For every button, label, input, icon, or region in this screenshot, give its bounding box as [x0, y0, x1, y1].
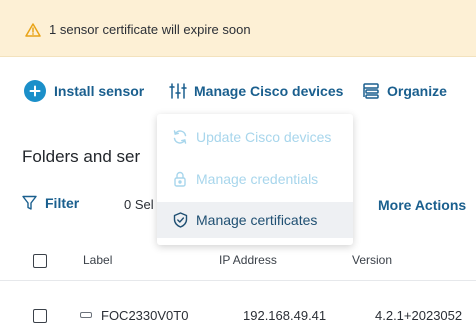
column-header-ip-address[interactable]: IP Address: [219, 253, 277, 267]
selected-count: 0 Sel: [124, 197, 154, 212]
plus-icon: [24, 80, 46, 102]
menu-item-label: Manage certificates: [196, 212, 318, 228]
filter-button[interactable]: Filter: [22, 195, 79, 211]
filter-label: Filter: [45, 195, 80, 211]
manage-cisco-devices-button[interactable]: Manage Cisco devices: [168, 80, 343, 102]
menu-item-manage-certificates[interactable]: Manage certificates: [157, 202, 353, 238]
organize-button[interactable]: Organize: [361, 80, 447, 102]
more-actions-button[interactable]: More Actions: [378, 197, 466, 213]
table-header-divider: [0, 280, 476, 281]
organize-label: Organize: [387, 83, 447, 99]
sensors-page: 1 sensor certificate will expire soon In…: [0, 0, 476, 326]
column-header-label[interactable]: Label: [83, 253, 112, 267]
warning-triangle-icon: [25, 23, 41, 37]
manage-cisco-devices-menu: Update Cisco devices Manage credentials …: [157, 114, 353, 245]
install-sensor-button[interactable]: Install sensor: [24, 80, 144, 102]
refresh-icon: [172, 129, 188, 145]
funnel-icon: [22, 195, 37, 210]
row-checkbox[interactable]: [33, 309, 47, 323]
list-icon: [361, 81, 381, 101]
menu-item-label: Manage credentials: [196, 171, 319, 187]
page-title: Folders and ser: [22, 147, 141, 166]
sliders-icon: [168, 81, 188, 101]
row-ip-address: 192.168.49.41: [243, 308, 327, 323]
lock-icon: [172, 171, 188, 187]
install-sensor-label: Install sensor: [54, 83, 145, 99]
row-version: 4.2.1+2023052: [375, 308, 463, 323]
manage-cisco-devices-label: Manage Cisco devices: [194, 83, 344, 99]
menu-item-update-cisco-devices: Update Cisco devices: [157, 119, 353, 155]
row-label: FOC2330V0T0: [101, 308, 189, 323]
shield-check-icon: [172, 212, 188, 228]
menu-item-label: Update Cisco devices: [196, 129, 332, 145]
alert-message: 1 sensor certificate will expire soon: [49, 22, 251, 37]
certificate-expiry-alert: 1 sensor certificate will expire soon: [0, 0, 476, 57]
sensor-device-icon: [80, 312, 92, 318]
column-header-version[interactable]: Version: [352, 253, 392, 267]
menu-item-manage-credentials: Manage credentials: [157, 161, 353, 197]
select-all-checkbox[interactable]: [33, 254, 47, 268]
